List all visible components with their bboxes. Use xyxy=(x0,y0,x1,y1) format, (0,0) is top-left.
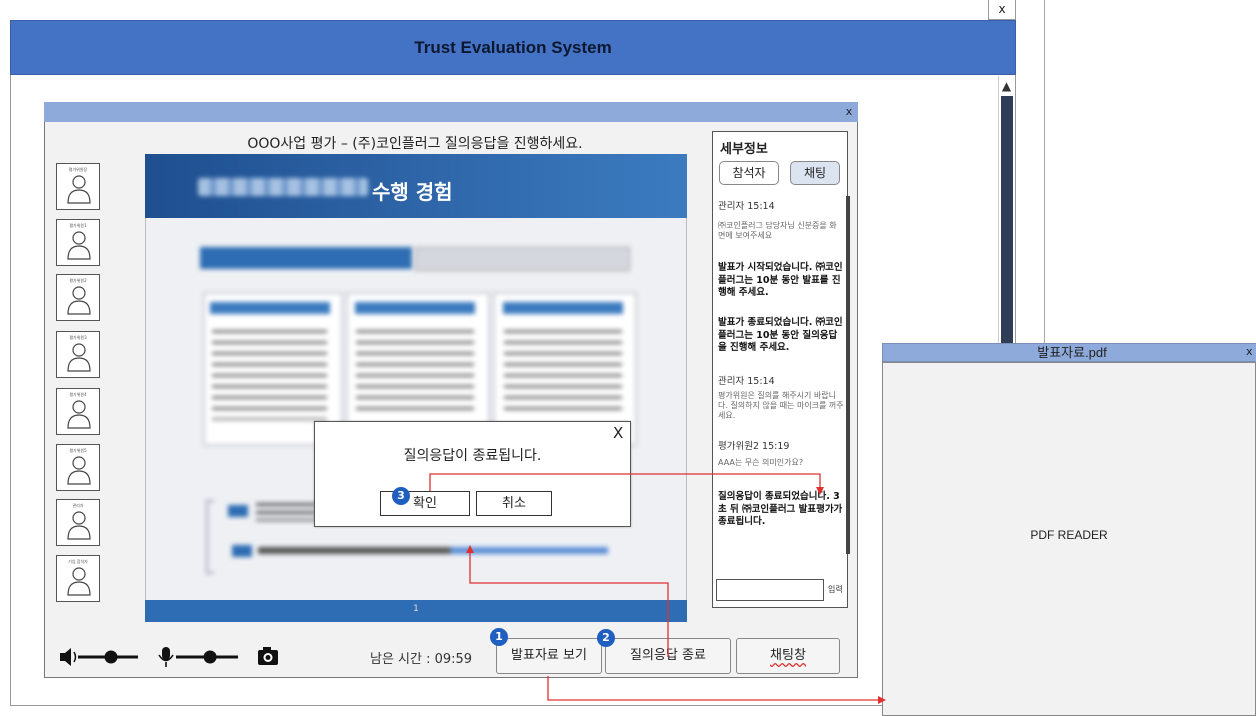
slide-blurred-bar xyxy=(415,247,630,271)
chat-message: ㈜코인플러그 담당자님 신분증을 화면에 보여주세요 xyxy=(718,221,837,240)
app-title-bar: Trust Evaluation System xyxy=(10,20,1016,75)
slide-page-number: 1 xyxy=(413,604,419,614)
chat-message: 평가위원은 질의를 해주시기 바랍니다. 질의하지 않을 때는 마이크를 꺼주세… xyxy=(718,391,844,420)
slide-blurred-text xyxy=(503,302,623,314)
chat-message: 질의응답이 종료되었습니다. 3초 뒤 ㈜코인플러그 발표평가가 종료됩니다. xyxy=(718,491,843,527)
chat-message: AAA는 무슨 의미인가요? xyxy=(718,458,804,467)
step-badge: 1 xyxy=(490,628,508,646)
person-icon xyxy=(67,511,91,540)
participant-tile[interactable]: 평가위원장 xyxy=(56,163,100,210)
slider-handle[interactable] xyxy=(203,650,217,664)
participant-tile[interactable]: 평가위원1 xyxy=(56,219,100,266)
speaker-icon[interactable] xyxy=(60,648,77,666)
inner-window-titlebar xyxy=(44,102,858,122)
blurred-text xyxy=(198,178,368,196)
mic-volume-slider[interactable] xyxy=(176,650,238,664)
slide-blurred-text xyxy=(232,545,252,557)
person-icon xyxy=(67,456,91,485)
participant-tile[interactable]: 평가위원2 xyxy=(56,274,100,321)
tab-chat[interactable]: 채팅 xyxy=(790,161,840,185)
cancel-button[interactable]: 취소 xyxy=(476,491,552,516)
chat-input[interactable] xyxy=(716,579,824,601)
chat-message: 발표가 종료되었습니다. ㈜코인플러그는 10분 동안 질의응답을 진행해 주세… xyxy=(718,317,843,353)
chat-window-label: 채팅창 xyxy=(770,648,806,663)
pdf-reader-label: PDF READER xyxy=(1030,528,1108,542)
dialog-message: 질의응답이 종료됩니다. xyxy=(403,448,542,464)
participant-tile[interactable]: 기업 참석자 xyxy=(56,555,100,602)
participant-tile[interactable]: 관리자 xyxy=(56,499,100,546)
slide-blurred-text xyxy=(258,547,608,554)
slide-blurred-bar xyxy=(200,247,412,269)
remaining-time: 남은 시간 : 09:59 xyxy=(370,652,473,667)
outer-close-button[interactable]: x xyxy=(988,0,1016,20)
pdf-window-title: 발표자료.pdf xyxy=(882,343,1256,362)
chat-message: 관리자 15:14 xyxy=(718,201,775,212)
slide-blurred-bracket xyxy=(206,500,214,574)
view-presentation-button[interactable]: 발표자료 보기 xyxy=(496,638,602,674)
tab-participants[interactable]: 참석자 xyxy=(719,161,779,185)
end-qa-button[interactable]: 질의응답 종료 xyxy=(605,638,731,674)
inner-close-button[interactable]: x xyxy=(842,104,856,120)
scrollbar-thumb[interactable] xyxy=(1001,96,1013,346)
panel-title: 세부정보 xyxy=(720,142,768,157)
person-icon xyxy=(67,286,91,315)
slide-blurred-text xyxy=(228,505,248,517)
person-icon xyxy=(67,400,91,429)
person-icon xyxy=(67,175,91,204)
slide-blurred-text xyxy=(212,330,327,420)
app-title: Trust Evaluation System xyxy=(414,37,612,57)
chat-message: 관리자 15:14 xyxy=(718,376,775,387)
person-icon xyxy=(67,343,91,372)
camera-icon[interactable] xyxy=(258,647,278,665)
divider xyxy=(1044,0,1045,345)
step-badge: 2 xyxy=(597,629,615,647)
slider-handle[interactable] xyxy=(104,650,118,664)
speaker-volume-slider[interactable] xyxy=(78,650,138,664)
confirm-dialog xyxy=(314,421,631,527)
slide-title: 수행 경험 xyxy=(372,180,453,204)
slide-blurred-text xyxy=(504,330,622,410)
chat-scrollbar[interactable] xyxy=(846,196,850,554)
participant-tile[interactable]: 평가위원4 xyxy=(56,388,100,435)
participant-tile[interactable]: 평가위원3 xyxy=(56,331,100,378)
chat-message: 평가위원2 15:19 xyxy=(718,441,790,452)
chat-window-button[interactable]: 채팅창 xyxy=(736,638,840,674)
slide-blurred-text xyxy=(356,330,474,410)
dialog-close-button[interactable]: X xyxy=(613,425,623,441)
person-icon xyxy=(67,567,91,596)
chat-send-button[interactable]: 입력 xyxy=(828,584,843,595)
session-title: OOO사업 평가 – (주)코인플러그 질의응답을 진행하세요. xyxy=(247,136,583,152)
scroll-up-arrow-icon[interactable]: ▲ xyxy=(998,76,1015,96)
slide-blurred-text xyxy=(256,503,316,521)
pdf-close-button[interactable]: x xyxy=(1246,345,1253,358)
slide-blurred-text xyxy=(355,302,475,314)
slide-blurred-text xyxy=(210,302,330,314)
person-icon xyxy=(67,231,91,260)
microphone-icon[interactable] xyxy=(158,647,174,667)
chat-message: 발표가 시작되었습니다. ㈜코인플러그는 10분 동안 발표를 진행해 주세요. xyxy=(718,262,843,298)
step-badge: 3 xyxy=(392,487,410,505)
participant-tile[interactable]: 평가위원5 xyxy=(56,444,100,491)
av-controls xyxy=(60,647,278,667)
